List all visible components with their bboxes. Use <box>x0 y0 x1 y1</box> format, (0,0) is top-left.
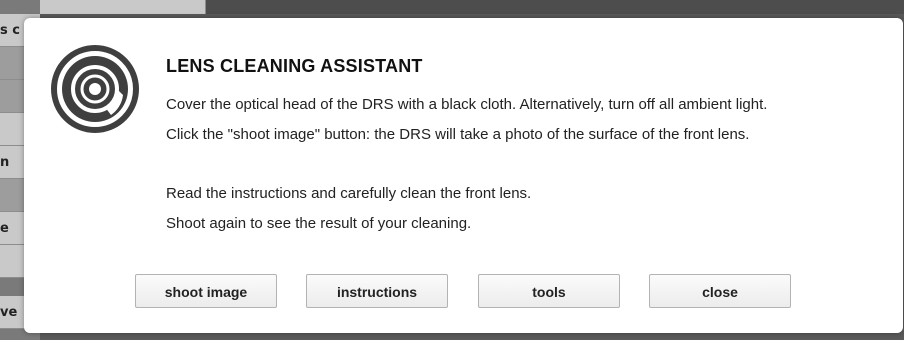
background-topbar-segment <box>40 0 206 14</box>
background-row-text: s c <box>0 23 20 38</box>
instruction-line: Read the instructions and carefully clea… <box>166 185 532 202</box>
background-row-text: ve <box>0 305 18 320</box>
instructions-button[interactable]: instructions <box>306 274 448 308</box>
instruction-line: Shoot again to see the result of your cl… <box>166 215 472 232</box>
shoot-image-button[interactable]: shoot image <box>135 274 277 308</box>
background-topbar <box>40 0 904 14</box>
instruction-line: Click the "shoot image" button: the DRS … <box>166 126 750 143</box>
lens-cleaning-dialog: LENS CLEANING ASSISTANT Cover the optica… <box>24 18 903 333</box>
close-button[interactable]: close <box>649 274 791 308</box>
instruction-line: Cover the optical head of the DRS with a… <box>166 96 768 113</box>
dialog-title: LENS CLEANING ASSISTANT <box>166 56 423 76</box>
background-row-text: n <box>0 155 10 170</box>
tools-button[interactable]: tools <box>478 274 620 308</box>
camera-lens-icon <box>51 45 139 133</box>
background-row-text: e <box>0 221 9 236</box>
